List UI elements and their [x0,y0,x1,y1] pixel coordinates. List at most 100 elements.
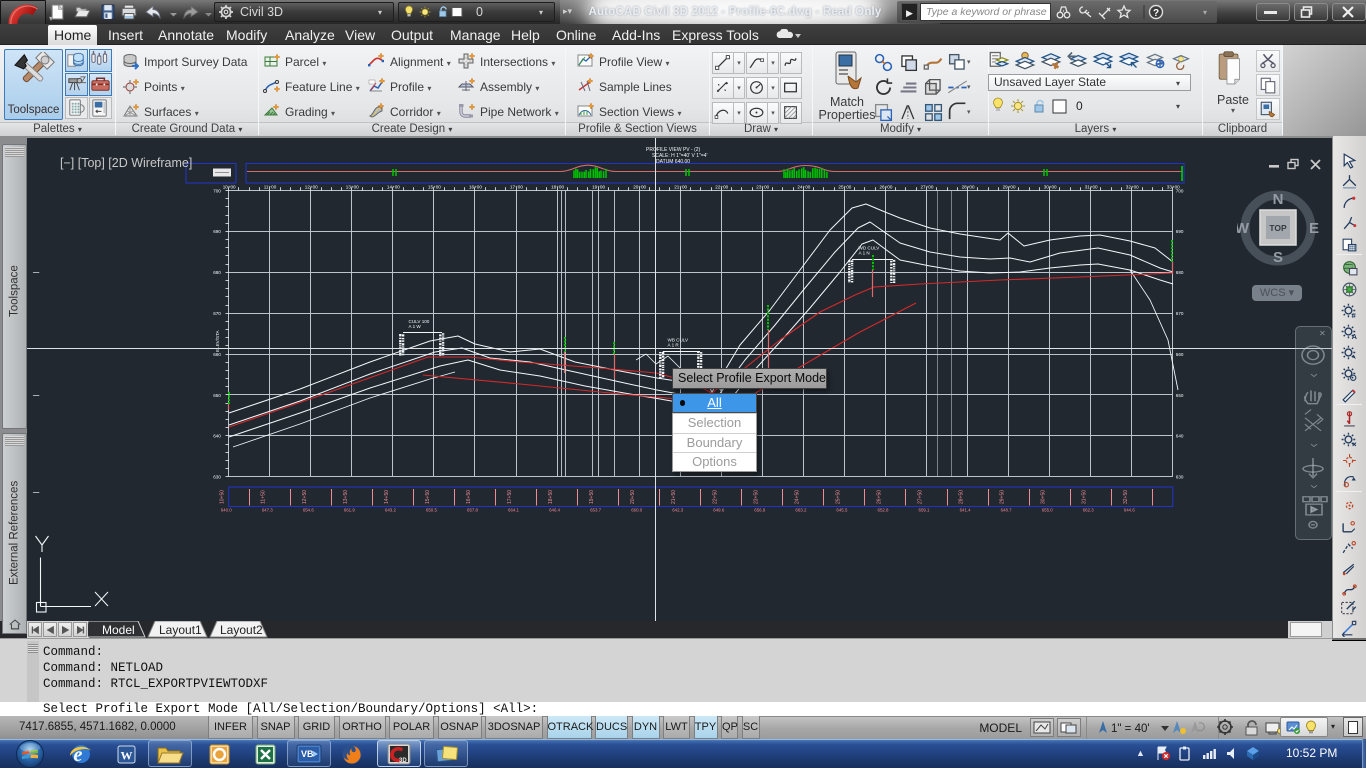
svg-text:641.4: 641.4 [960,508,972,513]
svg-text:24+00: 24+00 [797,184,810,189]
svg-text:25+50: 25+50 [835,490,841,504]
svg-text:22+00: 22+00 [715,184,728,189]
svg-text:W: W [1237,220,1250,237]
svg-text:13+00: 13+00 [346,184,359,189]
svg-text:630: 630 [1176,475,1184,480]
svg-text:E: E [1309,220,1319,237]
svg-text:17+50: 17+50 [507,490,513,504]
svg-text:15+00: 15+00 [428,184,441,189]
svg-text:654.6: 654.6 [303,508,315,513]
svg-text:TOP: TOP [1269,223,1287,233]
svg-text:652.8: 652.8 [878,508,890,513]
svg-text:12+50: 12+50 [302,490,308,504]
svg-text:A 1 W: A 1 W [409,324,422,329]
svg-text:646.4: 646.4 [549,508,561,513]
svg-text:31+00: 31+00 [1085,184,1098,189]
svg-text:655.0: 655.0 [1042,508,1054,513]
svg-text:660: 660 [1176,352,1184,357]
svg-text:WD CULV: WD CULV [859,246,881,251]
svg-text:657.8: 657.8 [467,508,479,513]
svg-text:▁▁: ▁▁ [32,488,40,493]
svg-text:650: 650 [1176,393,1184,398]
svg-text:700: 700 [1176,188,1184,193]
svg-text:S: S [1273,249,1283,266]
svg-text:27+50: 27+50 [918,490,924,504]
svg-text:700: 700 [213,188,221,193]
svg-text:11+50: 11+50 [261,490,267,504]
svg-text:670: 670 [213,311,221,316]
svg-text:690: 690 [213,229,221,234]
svg-text:663.2: 663.2 [795,508,807,513]
svg-text:21+00: 21+00 [674,184,687,189]
svg-text:648.7: 648.7 [1001,508,1013,513]
svg-text:3D: 3D [399,758,407,764]
svg-text:31+50: 31+50 [1082,490,1088,504]
svg-text:649.6: 649.6 [713,508,725,513]
svg-text:27+00: 27+00 [921,184,934,189]
svg-text:15+50: 15+50 [425,490,431,504]
svg-text:18+50: 18+50 [548,490,554,504]
svg-text:#: # [1352,311,1357,319]
svg-text:A 1 N: A 1 N [859,251,870,256]
svg-text:670: 670 [1176,311,1184,316]
svg-text:32+00: 32+00 [1126,184,1139,189]
svg-text:W: W [121,749,133,763]
svg-text:645.5: 645.5 [836,508,848,513]
svg-text:29+50: 29+50 [1000,490,1006,504]
svg-text:DATUM 640.00: DATUM 640.00 [656,159,690,165]
svg-text:N: N [1273,191,1284,208]
svg-text:23+50: 23+50 [753,490,759,504]
svg-text:640.0: 640.0 [221,508,233,513]
svg-text:662.3: 662.3 [1083,508,1095,513]
svg-text:661.9: 661.9 [344,508,356,513]
svg-text:12+00: 12+00 [305,184,318,189]
svg-text:659.1: 659.1 [919,508,931,513]
svg-text:10+00: 10+00 [223,184,236,189]
svg-text:10+50: 10+50 [220,490,226,504]
svg-text:25+00: 25+00 [838,184,851,189]
svg-text:23+00: 23+00 [756,184,769,189]
svg-text:647.3: 647.3 [262,508,274,513]
svg-text:660.0: 660.0 [631,508,643,513]
svg-text:26+50: 26+50 [877,490,883,504]
svg-text:20+50: 20+50 [630,490,636,504]
svg-text:656.9: 656.9 [754,508,766,513]
svg-text:660: 660 [213,352,221,357]
svg-text:1" = 40': 1" = 40' [1111,723,1150,735]
svg-text:664.1: 664.1 [508,508,520,513]
svg-text:653.7: 653.7 [590,508,602,513]
svg-text:13+50: 13+50 [343,490,349,504]
svg-text:17+00: 17+00 [510,184,523,189]
svg-text:19+00: 19+00 [592,184,605,189]
svg-text:24+50: 24+50 [794,490,800,504]
svg-text:▁▁: ▁▁ [32,268,40,273]
svg-text:WB CULV: WB CULV [668,338,690,343]
svg-text:680: 680 [213,270,221,275]
svg-text:16+00: 16+00 [469,184,482,189]
svg-text:20+00: 20+00 [633,184,646,189]
svg-text:26+00: 26+00 [880,184,893,189]
svg-text:14+50: 14+50 [384,490,390,504]
svg-text:643.2: 643.2 [385,508,397,513]
svg-text:32+50: 32+50 [1123,490,1129,504]
svg-text:A 1 R: A 1 R [668,343,680,348]
svg-text:21+50: 21+50 [671,490,677,504]
svg-text:30+00: 30+00 [1044,184,1057,189]
svg-text:680: 680 [1176,270,1184,275]
svg-text:11+00: 11+00 [264,184,277,189]
svg-text:640: 640 [213,434,221,439]
svg-text:PROFILE VIEW PV - (2): PROFILE VIEW PV - (2) [646,147,701,153]
svg-text:18+00: 18+00 [551,184,564,189]
svg-text:640: 640 [1176,434,1184,439]
svg-text:SCALE: H 1"=40' V 1"=4': SCALE: H 1"=40' V 1"=4' [652,153,708,159]
svg-text:690: 690 [1176,229,1184,234]
svg-text:16+50: 16+50 [466,490,472,504]
svg-text:650: 650 [213,393,221,398]
svg-text:Model: Model [102,623,135,637]
svg-text:VB: VB [301,749,314,759]
svg-text:Layout2: Layout2 [220,623,263,637]
svg-text:CULV 100: CULV 100 [409,319,430,324]
svg-text:14+00: 14+00 [387,184,400,189]
svg-text:642.3: 642.3 [672,508,684,513]
svg-text:19+50: 19+50 [589,490,595,504]
